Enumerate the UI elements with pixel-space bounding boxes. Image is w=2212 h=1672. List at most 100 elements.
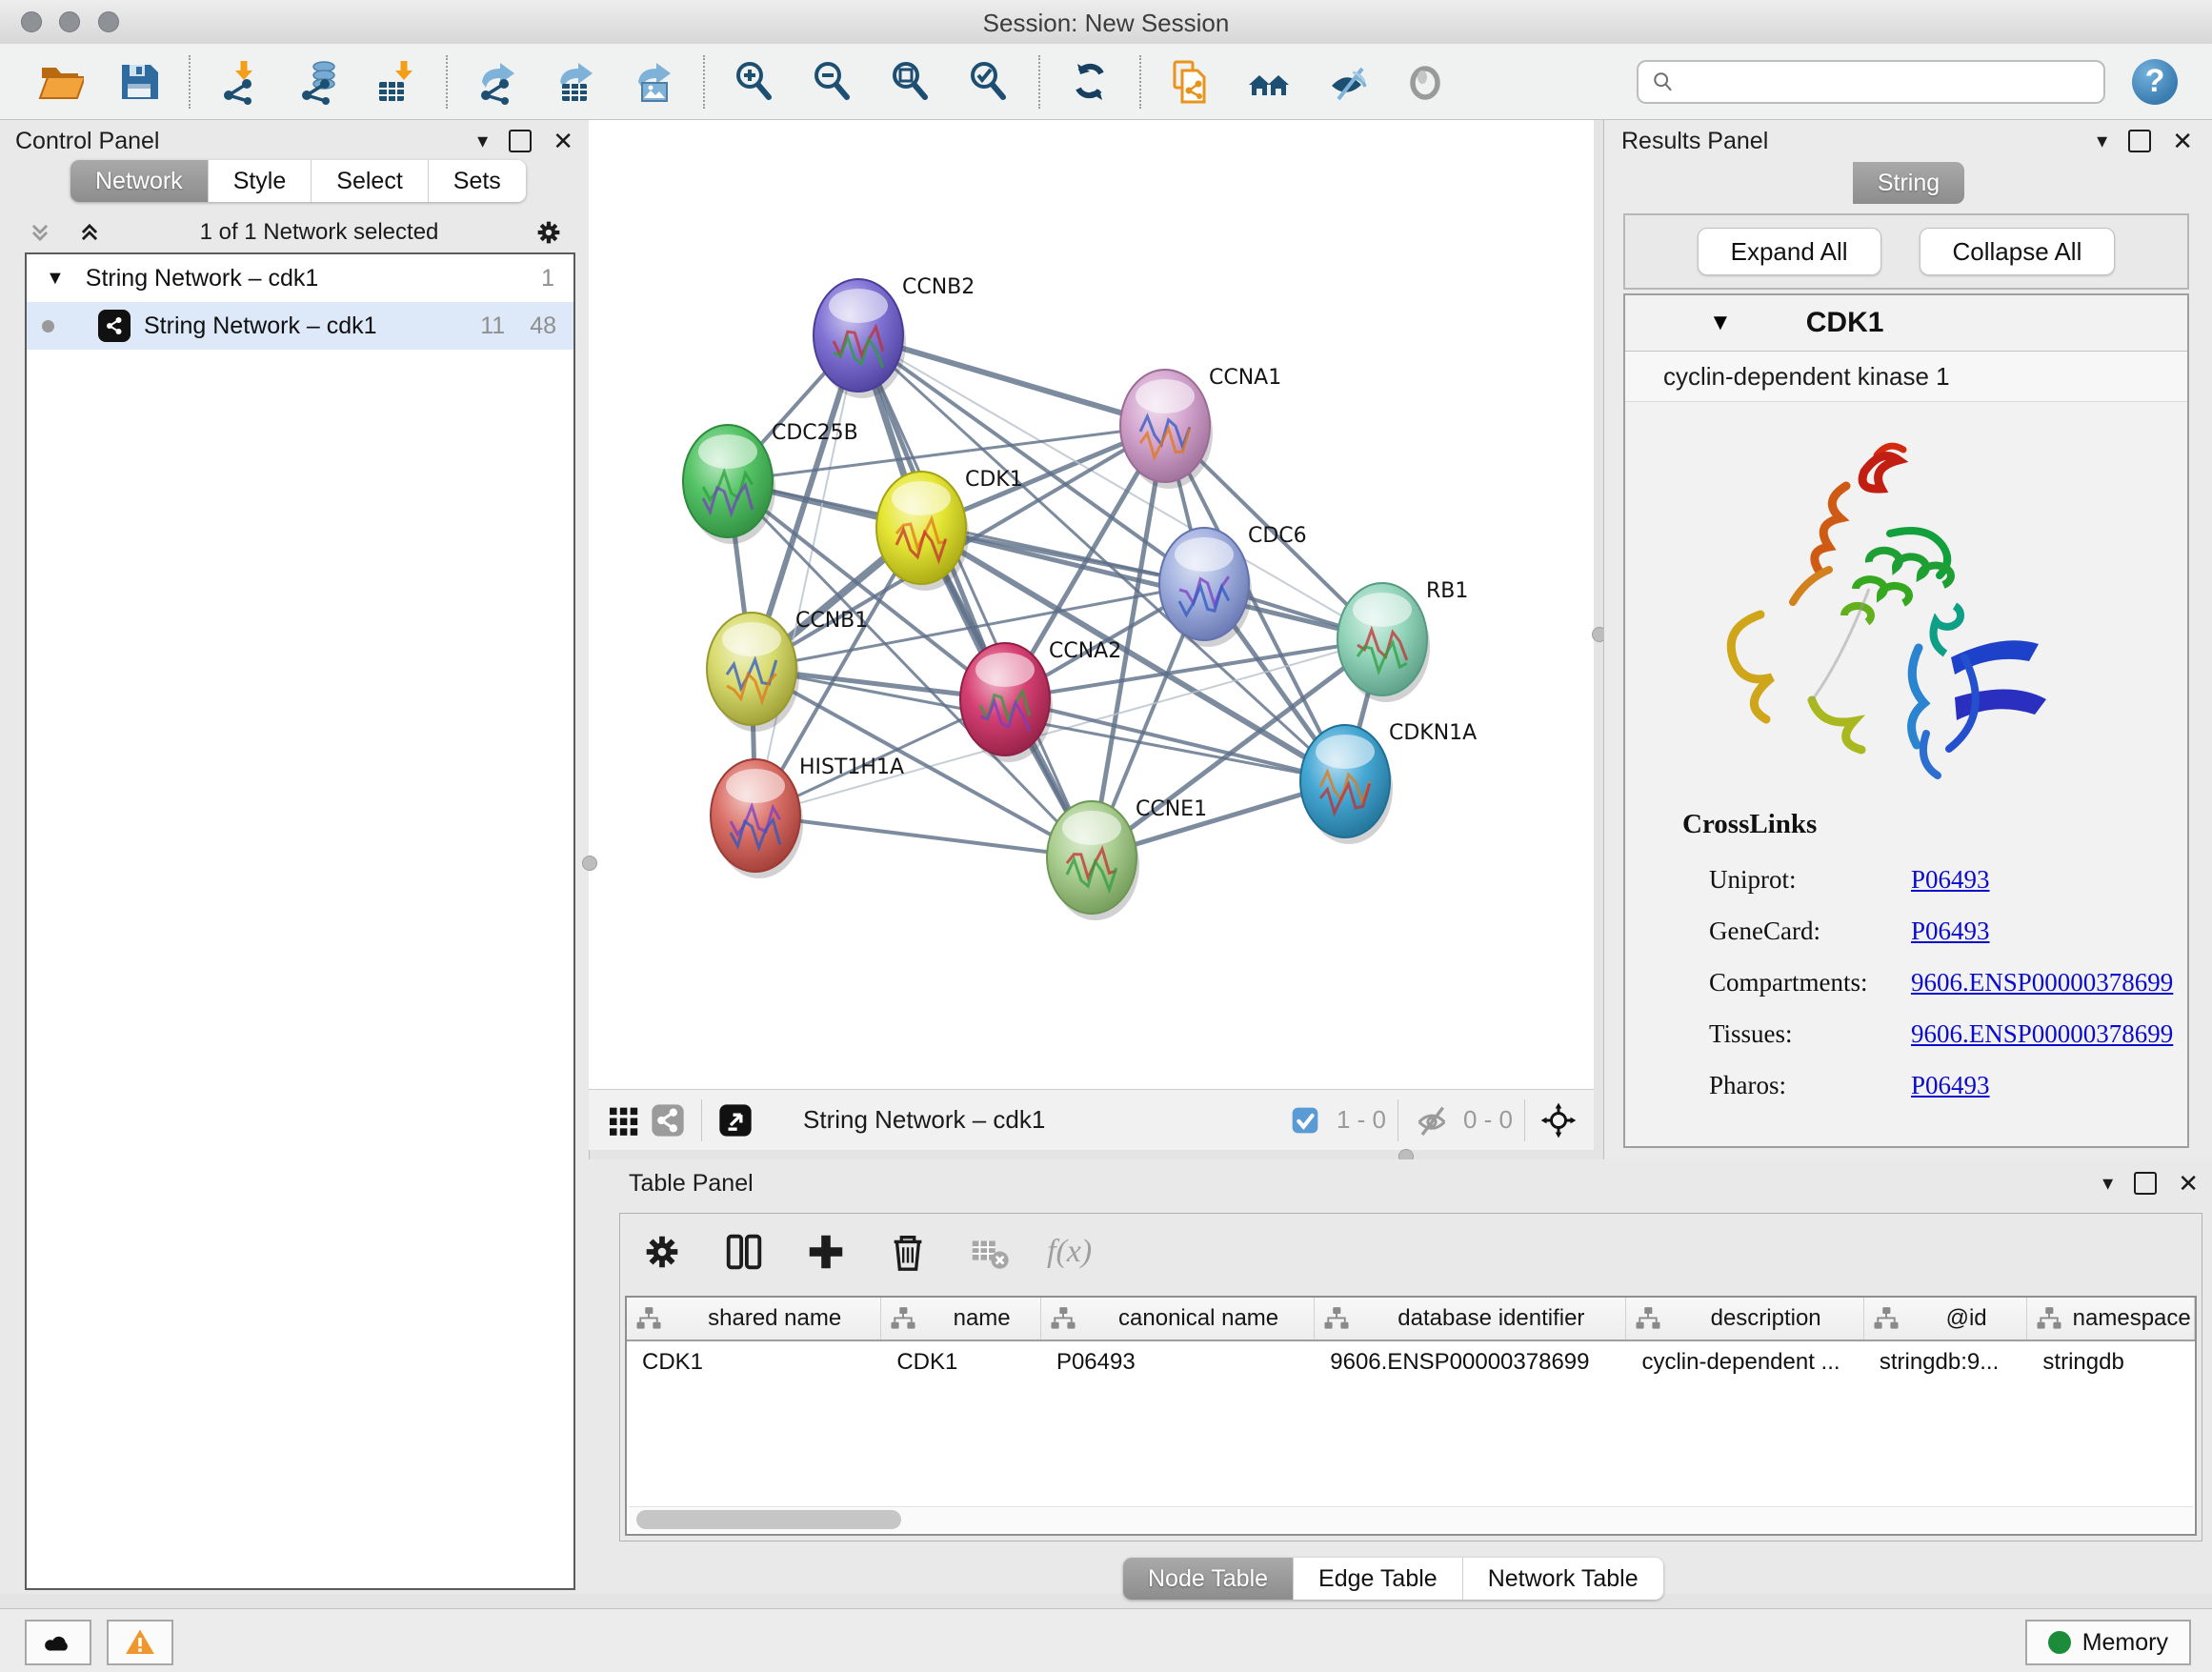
expand-all-icon[interactable] [65,208,114,257]
panel-close-icon[interactable]: ✕ [2172,127,2193,156]
zoom-fit-icon[interactable] [886,57,935,107]
panel-maximize-icon[interactable] [509,130,532,152]
crosslink-link[interactable]: P06493 [1911,917,1990,946]
refresh-icon[interactable] [1065,57,1115,107]
tab-network[interactable]: Network [70,160,209,202]
table-cell[interactable]: 9606.ENSP00000378699 [1315,1341,1626,1383]
scrollbar-thumb[interactable] [636,1510,901,1529]
string-home-icon[interactable] [1244,57,1294,107]
column-header-shared-name[interactable]: shared name [627,1298,881,1340]
column-header-canonical-name[interactable]: canonical name [1041,1298,1315,1340]
network-node-CDKN1A[interactable]: CDKN1A [1300,721,1477,844]
column-header-name[interactable]: name [881,1298,1041,1340]
table-cell[interactable]: stringdb [2027,1341,2195,1383]
network-node-CCNA2[interactable]: CCNA2 [960,639,1121,762]
tab-style[interactable]: Style [209,160,312,202]
zoom-in-icon[interactable] [730,57,779,107]
panel-close-icon[interactable]: ✕ [553,127,573,156]
tree-expand-icon[interactable]: ▼ [46,268,65,290]
table-cell[interactable]: CDK1 [881,1341,1041,1383]
panel-maximize-icon[interactable] [2128,130,2151,152]
table-row[interactable]: CDK1CDK1P064939606.ENSP00000378699cyclin… [627,1341,2195,1383]
panel-float-icon[interactable]: ▾ [477,129,488,153]
crosslink-link[interactable]: 9606.ENSP00000378699 [1911,1019,2173,1049]
trash-icon[interactable] [883,1227,933,1277]
memory-button[interactable]: Memory [2025,1620,2191,1665]
cloud-icon[interactable] [25,1620,91,1665]
table-cell[interactable]: cyclin-dependent ... [1626,1341,1863,1383]
tab-network-table[interactable]: Network Table [1463,1558,1663,1600]
warning-icon[interactable] [107,1620,173,1665]
horizontal-scrollbar[interactable] [629,1506,2193,1532]
tab-edge-table[interactable]: Edge Table [1294,1558,1463,1600]
protein-entry-header[interactable]: ▼ CDK1 [1625,295,2187,352]
network-node-RB1[interactable]: RB1 [1337,579,1468,702]
export-network-icon[interactable] [473,57,522,107]
node-label: RB1 [1426,579,1468,603]
save-session-icon[interactable] [114,57,164,107]
zoom-selected-icon[interactable] [964,57,1014,107]
network-node-CCNE1[interactable]: CCNE1 [1047,797,1207,920]
open-in-window-icon[interactable] [714,1098,757,1142]
fit-content-icon[interactable] [1537,1098,1580,1142]
expand-all-button[interactable]: Expand All [1698,228,1881,275]
column-header-database-identifier[interactable]: database identifier [1315,1298,1626,1340]
string-eye-icon[interactable] [1400,57,1450,107]
import-table-icon[interactable] [372,57,421,107]
crosslink-link[interactable]: P06493 [1911,865,1990,895]
grid-view-icon[interactable] [602,1098,646,1142]
collapse-entry-icon[interactable]: ▼ [1709,310,1732,336]
tab-string[interactable]: String [1853,162,1964,204]
network-collection-row[interactable]: ▼ String Network – cdk1 1 [27,254,573,302]
network-node-CCNB2[interactable]: CCNB2 [814,275,975,398]
gear-icon[interactable] [524,208,573,257]
tab-node-table[interactable]: Node Table [1123,1558,1294,1600]
collapse-all-button[interactable]: Collapse All [1920,228,2116,275]
selected-count: 1 - 0 [1337,1105,1386,1135]
crosslink-link[interactable]: 9606.ENSP00000378699 [1911,968,2173,997]
network-row[interactable]: String Network – cdk1 11 48 [27,302,573,350]
search-box[interactable] [1637,60,2105,104]
export-image-icon[interactable] [629,57,678,107]
tab-select[interactable]: Select [312,160,428,202]
collapse-all-icon[interactable] [15,208,65,257]
network-share-icon[interactable] [646,1098,690,1142]
columns-icon[interactable] [719,1227,769,1277]
export-table-icon[interactable] [551,57,600,107]
panel-float-icon[interactable]: ▾ [2102,1171,2113,1196]
import-database-icon[interactable] [293,57,343,107]
panel-maximize-icon[interactable] [2134,1172,2157,1195]
column-header-label: description [1668,1305,1862,1332]
hidden-eye-icon[interactable] [1410,1098,1454,1142]
panel-float-icon[interactable]: ▾ [2097,129,2107,153]
gear-icon[interactable] [637,1227,687,1277]
import-network-icon[interactable] [215,57,265,107]
tab-sets[interactable]: Sets [429,160,526,202]
crosslink-link[interactable]: P06493 [1911,1071,1990,1100]
network-canvas[interactable]: CCNB2CCNA1CDC25BCDK1CDC6RB1CCNB1CCNA2CDK… [589,120,1594,1089]
selected-checkbox-icon[interactable] [1283,1098,1327,1142]
control-panel-title: Control Panel [15,128,159,155]
table-cell[interactable]: CDK1 [627,1341,881,1383]
network-node-HIST1H1A[interactable]: HIST1H1A [711,755,904,878]
column-header-description[interactable]: description [1626,1298,1863,1340]
string-import-icon[interactable] [1166,57,1216,107]
column-header-namespace[interactable]: namespace [2027,1298,2195,1340]
table-cell[interactable]: stringdb:9... [1864,1341,2028,1383]
network-edge[interactable] [755,816,1092,857]
open-session-icon[interactable] [36,57,86,107]
help-icon[interactable]: ? [2132,59,2178,105]
string-hide-icon[interactable] [1322,57,1372,107]
plus-icon[interactable] [801,1227,851,1277]
network-node-CCNB1[interactable]: CCNB1 [707,609,868,732]
network-edge[interactable] [755,335,858,816]
zoom-out-icon[interactable] [808,57,857,107]
network-node-CDC6[interactable]: CDC6 [1159,524,1307,647]
search-input[interactable] [1684,68,2092,96]
hierarchy-icon [1872,1304,1900,1333]
column-header--id[interactable]: @id [1864,1298,2028,1340]
table-cell[interactable]: P06493 [1041,1341,1315,1383]
network-node-CCNA1[interactable]: CCNA1 [1120,366,1281,489]
left-splitter-handle[interactable] [582,856,597,871]
panel-close-icon[interactable]: ✕ [2178,1169,2199,1199]
